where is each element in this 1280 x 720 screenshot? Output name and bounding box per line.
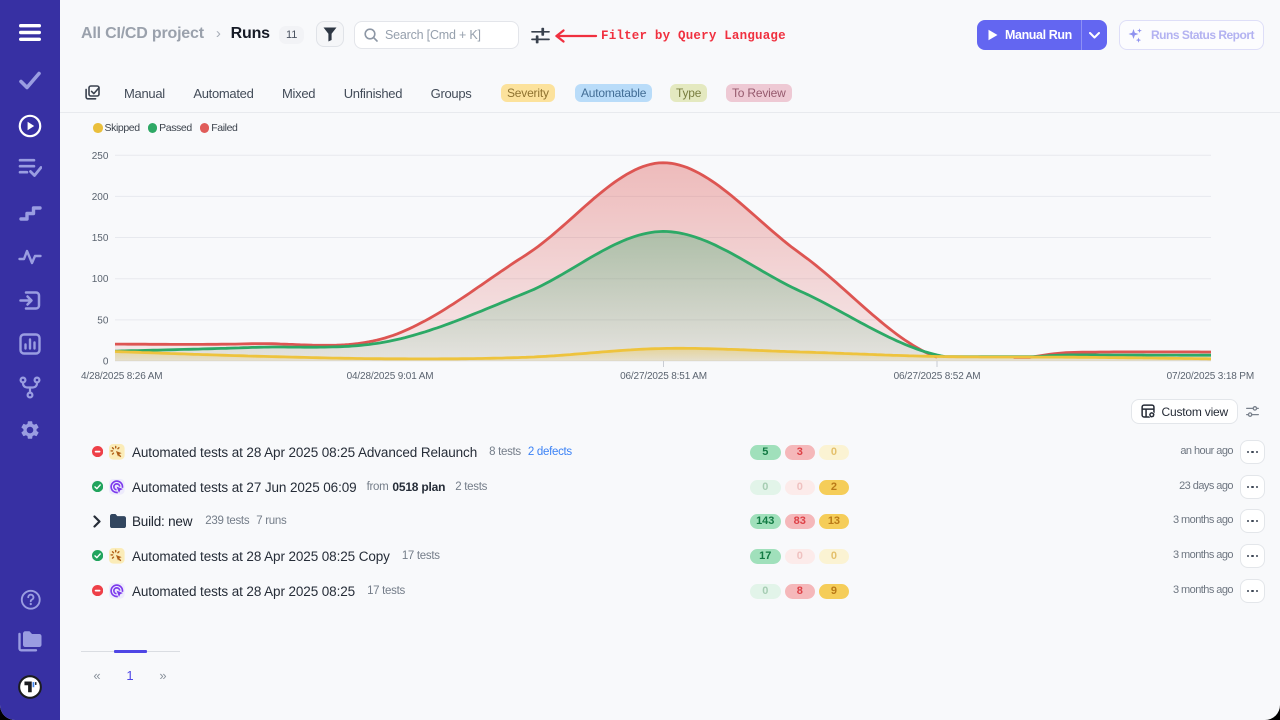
svg-text:0: 0 bbox=[103, 357, 109, 368]
svg-text:250: 250 bbox=[92, 151, 109, 162]
svg-text:200: 200 bbox=[92, 192, 109, 203]
svg-text:4/28/2025 8:26 AM: 4/28/2025 8:26 AM bbox=[81, 371, 162, 382]
svg-text:04/28/2025 9:01 AM: 04/28/2025 9:01 AM bbox=[347, 371, 434, 382]
svg-text:06/27/2025 8:52 AM: 06/27/2025 8:52 AM bbox=[894, 371, 981, 382]
svg-text:100: 100 bbox=[92, 274, 109, 285]
svg-text:50: 50 bbox=[97, 315, 109, 326]
svg-text:06/27/2025 8:51 AM: 06/27/2025 8:51 AM bbox=[620, 371, 707, 382]
svg-text:07/20/2025 3:18 PM: 07/20/2025 3:18 PM bbox=[1167, 371, 1254, 382]
svg-text:150: 150 bbox=[92, 233, 109, 244]
